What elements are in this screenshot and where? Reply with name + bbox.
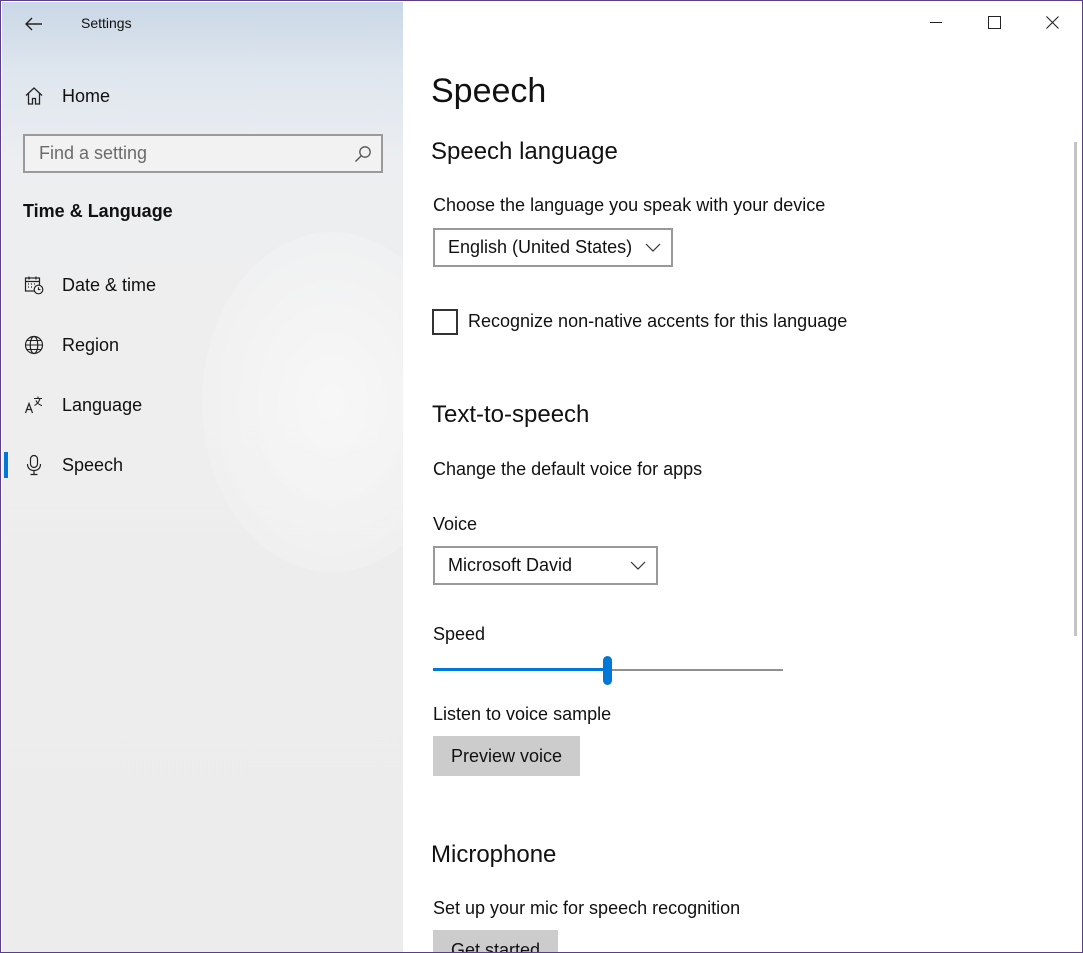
microphone-heading: Microphone: [431, 841, 557, 868]
slider-thumb[interactable]: [603, 656, 612, 685]
home-icon: [23, 85, 45, 107]
accents-checkbox-label[interactable]: Recognize non-native accents for this la…: [468, 311, 847, 332]
search-box: [23, 134, 383, 173]
speech-language-dropdown[interactable]: English (United States): [433, 228, 673, 267]
speed-label: Speed: [433, 624, 486, 644]
sidebar-item-region[interactable]: Region: [2, 323, 403, 367]
dropdown-value: Microsoft David: [448, 555, 573, 575]
get-started-button[interactable]: Get started: [433, 930, 559, 952]
app-title: Settings: [81, 15, 132, 31]
microphone-description: Set up your mic for speech recognition: [433, 898, 741, 918]
maximize-icon: [987, 15, 1001, 29]
maximize-button[interactable]: [971, 2, 1017, 42]
minimize-icon: [930, 22, 942, 23]
sidebar: Settings Home Time & Language: [2, 2, 403, 952]
back-button[interactable]: [18, 10, 50, 38]
text-to-speech-heading: Text-to-speech: [432, 401, 590, 428]
microphone-icon: [23, 454, 45, 476]
selection-indicator: [4, 452, 8, 478]
section-title: Time & Language: [23, 201, 173, 221]
speed-slider[interactable]: [433, 656, 783, 686]
sidebar-item-home[interactable]: Home: [2, 76, 403, 116]
back-arrow-icon: [25, 17, 42, 31]
sidebar-item-label: Region: [62, 334, 120, 355]
speech-language-prompt: Choose the language you speak with your …: [433, 195, 826, 215]
globe-icon: [23, 334, 45, 356]
slider-fill: [433, 668, 608, 671]
sidebar-item-label: Home: [62, 85, 111, 106]
language-icon: [23, 394, 45, 416]
sidebar-item-label: Speech: [62, 454, 124, 475]
main-content: Speech Speech language Choose the langua…: [403, 2, 1082, 952]
speech-language-heading: Speech language: [431, 138, 618, 165]
voice-dropdown[interactable]: Microsoft David: [433, 546, 658, 585]
chevron-down-icon: [630, 561, 646, 570]
close-button[interactable]: [1029, 2, 1075, 42]
sidebar-item-speech[interactable]: Speech: [2, 443, 403, 487]
sidebar-item-label: Language: [62, 394, 143, 415]
sidebar-item-language[interactable]: Language: [2, 383, 403, 427]
minimize-button[interactable]: [913, 2, 959, 42]
settings-window: Settings Home Time & Language: [0, 0, 1083, 953]
search-icon[interactable]: [353, 144, 373, 164]
chevron-down-icon: [645, 243, 661, 252]
preview-voice-button[interactable]: Preview voice: [433, 736, 581, 776]
text-to-speech-description: Change the default voice for apps: [433, 459, 703, 479]
page-title: Speech: [431, 72, 547, 110]
search-input[interactable]: [25, 136, 345, 171]
voice-label: Voice: [433, 514, 478, 534]
close-icon: [1045, 15, 1059, 29]
vertical-scrollbar[interactable]: [1074, 142, 1077, 636]
accents-checkbox[interactable]: [432, 309, 458, 335]
dropdown-value: English (United States): [448, 237, 633, 257]
sidebar-item-label: Date & time: [62, 274, 157, 295]
sidebar-item-date-time[interactable]: Date & time: [2, 263, 403, 307]
voice-sample-label: Listen to voice sample: [433, 704, 612, 724]
calendar-clock-icon: [23, 274, 45, 296]
